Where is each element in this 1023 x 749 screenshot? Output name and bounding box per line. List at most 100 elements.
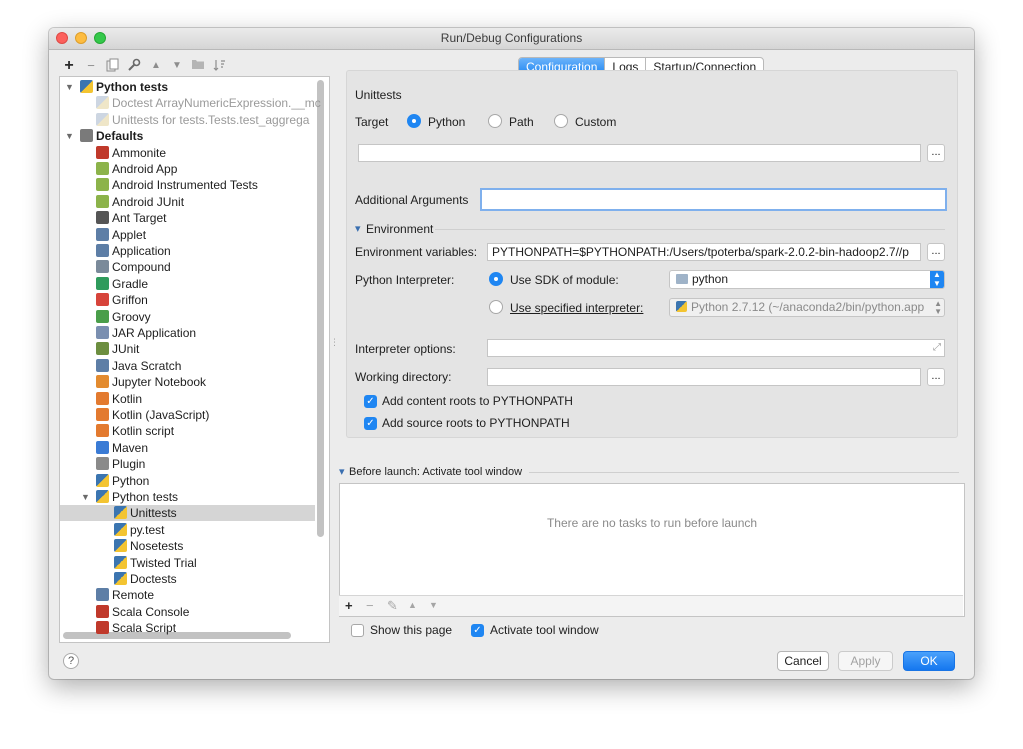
tree-item[interactable]: Gradle [96, 276, 148, 292]
move-down-icon[interactable]: ▼ [169, 58, 185, 74]
target-custom-radio[interactable] [554, 114, 568, 128]
sdk-module-value: python [692, 272, 729, 286]
expand-arrow-icon[interactable]: ▼ [81, 492, 90, 502]
tree-item[interactable]: Kotlin [96, 391, 142, 407]
tree-item[interactable]: JAR Application [96, 325, 196, 341]
target-browse-button[interactable]: ... [927, 144, 945, 162]
tree-item[interactable]: Python tests [80, 79, 168, 95]
tree-item[interactable]: Maven [96, 440, 148, 456]
remove-task-icon[interactable]: − [366, 598, 374, 613]
tree-item[interactable]: py.test [114, 522, 164, 538]
tree-item[interactable]: Android Instrumented Tests [96, 177, 258, 193]
tree-item[interactable]: Application [96, 243, 171, 259]
sort-icon[interactable] [212, 58, 228, 74]
copy-configuration-icon[interactable] [104, 58, 120, 74]
tree-item[interactable]: Android JUnit [96, 194, 184, 210]
configuration-panel: Unittests Target Python Path Custom ... … [346, 70, 958, 438]
tree-item[interactable]: Compound [96, 259, 171, 275]
interpreter-options-input[interactable]: ⤢ [487, 339, 945, 357]
target-input[interactable] [358, 144, 921, 162]
python-icon [114, 539, 127, 553]
before-launch-toolbar: + − ✎ ▲ ▼ [339, 595, 963, 616]
tree-item[interactable]: Applet [96, 227, 146, 243]
tree-item-label: Kotlin [112, 391, 143, 406]
edit-defaults-icon[interactable] [126, 58, 142, 74]
tree-item[interactable]: Defaults [80, 128, 143, 144]
add-task-icon[interactable]: + [345, 598, 353, 613]
tree-item-label: py.test [130, 522, 165, 537]
tree-item[interactable]: Ammonite [96, 145, 166, 161]
tree-item[interactable]: Unittests [114, 505, 177, 521]
application-icon [96, 244, 109, 257]
configurations-tree[interactable]: ▼ Python tests Doctest ArrayNumericExpress… [59, 76, 330, 643]
tree-item[interactable]: Scala Script [96, 620, 176, 636]
specified-interpreter-select[interactable]: Python 2.7.12 (~/anaconda2/bin/python.ap… [669, 298, 945, 317]
tree-item-label: Maven [112, 440, 149, 455]
expand-icon[interactable]: ⤢ [933, 340, 941, 356]
apply-button[interactable]: Apply [838, 651, 893, 671]
tree-item[interactable]: Java Scratch [96, 358, 181, 374]
tree-item[interactable]: Doctest ArrayNumericExpression.__mc [96, 95, 321, 111]
tree-item[interactable]: Groovy [96, 309, 151, 325]
tree-vertical-scrollbar[interactable] [317, 80, 324, 537]
module-folder-icon [676, 274, 688, 284]
activate-tool-window-checkbox[interactable]: ✓ [471, 624, 484, 637]
add-content-roots-checkbox[interactable]: ✓ [364, 395, 377, 408]
tree-item[interactable]: Kotlin script [96, 423, 174, 439]
help-button[interactable]: ? [63, 653, 79, 669]
env-vars-browse-button[interactable]: ... [927, 243, 945, 261]
tree-item[interactable]: Plugin [96, 456, 145, 472]
edit-task-icon[interactable]: ✎ [387, 598, 398, 614]
window-title: Run/Debug Configurations [440, 31, 583, 45]
python-icon [96, 96, 109, 110]
expand-arrow-icon[interactable]: ▼ [65, 82, 74, 92]
add-configuration-icon[interactable]: + [61, 58, 77, 74]
gradle-icon [96, 276, 109, 290]
tree-item[interactable]: Doctests [114, 571, 177, 587]
python-icon [96, 112, 109, 126]
sdk-module-select[interactable]: python ▲ ▼ [669, 270, 945, 289]
working-directory-input[interactable] [487, 368, 921, 386]
show-this-page-checkbox[interactable] [351, 624, 364, 637]
tree-item[interactable]: Griffon [96, 292, 148, 308]
environment-expand-icon[interactable]: ▾ [355, 222, 361, 237]
remove-configuration-icon[interactable]: − [83, 58, 99, 74]
cancel-button[interactable]: Cancel [777, 651, 829, 671]
tree-item[interactable]: Android App [96, 161, 177, 177]
use-sdk-radio[interactable] [489, 272, 503, 286]
move-task-down-icon[interactable]: ▼ [429, 600, 438, 610]
target-path-radio[interactable] [488, 114, 502, 128]
ok-button[interactable]: OK [903, 651, 955, 671]
tree-item[interactable]: Unittests for tests.Tests.test_aggrega [96, 112, 309, 128]
tree-item[interactable]: Jupyter Notebook [96, 374, 206, 390]
add-source-roots-checkbox[interactable]: ✓ [364, 417, 377, 430]
tree-item[interactable]: Python [96, 473, 149, 489]
tree-item[interactable]: Ant Target [96, 210, 166, 226]
tree-item[interactable]: JUnit [96, 341, 139, 357]
splitter-handle[interactable]: ⋮ [330, 338, 339, 347]
expand-arrow-icon[interactable]: ▼ [65, 131, 74, 141]
working-directory-browse-button[interactable]: ... [927, 368, 945, 386]
use-specified-radio[interactable] [489, 300, 503, 314]
target-python-radio[interactable] [407, 114, 421, 128]
python-interpreter-label: Python Interpreter: [355, 273, 455, 287]
env-vars-input[interactable]: PYTHONPATH=$PYTHONPATH:/Users/tpoterba/s… [487, 243, 921, 261]
tree-item[interactable]: Twisted Trial [114, 555, 197, 571]
tree-item[interactable]: Kotlin (JavaScript) [96, 407, 209, 423]
junit-icon [96, 342, 109, 356]
move-up-icon[interactable]: ▲ [148, 58, 164, 74]
tree-item-label: Android App [112, 162, 178, 176]
folder-icon[interactable] [190, 58, 206, 74]
tree-item[interactable]: Scala Console [96, 604, 189, 620]
android-icon [96, 162, 109, 175]
before-launch-expand-icon[interactable]: ▾ [339, 465, 345, 480]
tree-item[interactable]: Remote [96, 587, 154, 603]
tree-item-label: JUnit [112, 342, 140, 357]
tree-item-label: Twisted Trial [130, 555, 197, 570]
tree-item[interactable]: Python tests [96, 489, 178, 505]
tree-item[interactable]: Nosetests [114, 538, 183, 554]
tree-item-label: Jupyter Notebook [112, 375, 207, 390]
tree-item-label: Griffon [112, 293, 148, 308]
additional-arguments-input[interactable] [480, 188, 947, 211]
move-task-up-icon[interactable]: ▲ [408, 600, 417, 610]
